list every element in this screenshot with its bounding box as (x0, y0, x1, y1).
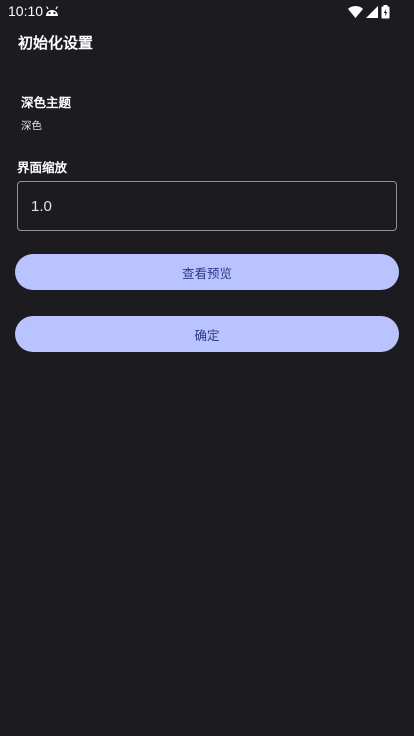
ui-scale-label: 界面缩放 (17, 160, 68, 175)
dark-theme-value: 深色 (21, 120, 42, 132)
dark-theme-setting[interactable]: 深色主题 深色 (21, 92, 381, 138)
preview-button[interactable]: 查看预览 (15, 254, 399, 290)
wifi-icon (348, 6, 363, 18)
ui-scale-input[interactable] (17, 181, 397, 231)
android-notification-icon (46, 6, 58, 16)
page-title: 初始化设置 (18, 34, 94, 52)
confirm-button[interactable]: 确定 (15, 316, 399, 352)
battery-icon (381, 5, 390, 19)
status-bar: 10:10 (0, 0, 414, 24)
status-time: 10:10 (8, 3, 44, 19)
cell-signal-icon (366, 6, 378, 18)
dark-theme-label: 深色主题 (21, 95, 72, 110)
status-icons (348, 4, 390, 20)
